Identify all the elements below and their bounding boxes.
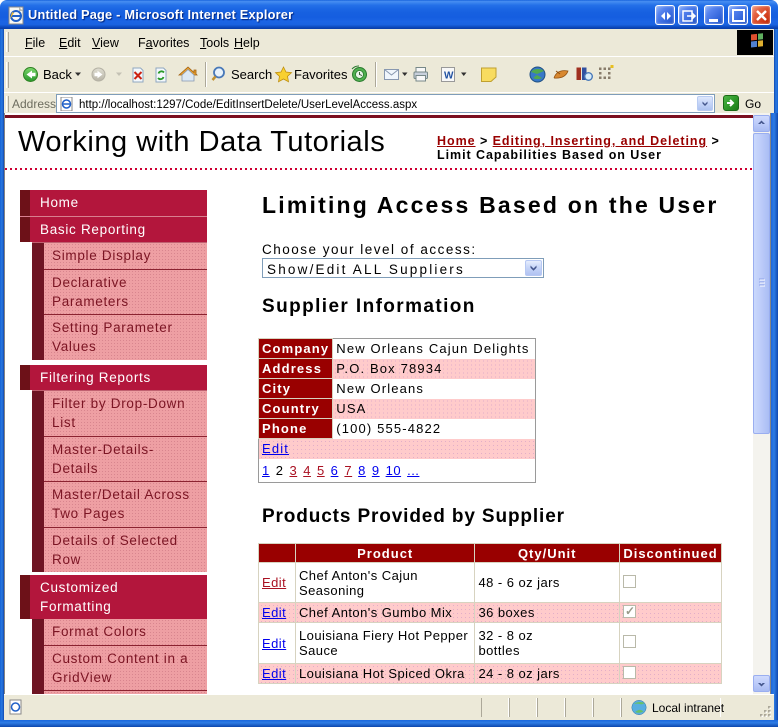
svg-text:W: W [444,71,454,82]
svg-text:Back: Back [43,67,72,82]
svg-text:Favorites: Favorites [294,67,348,82]
svg-text:Search: Search [231,67,272,82]
